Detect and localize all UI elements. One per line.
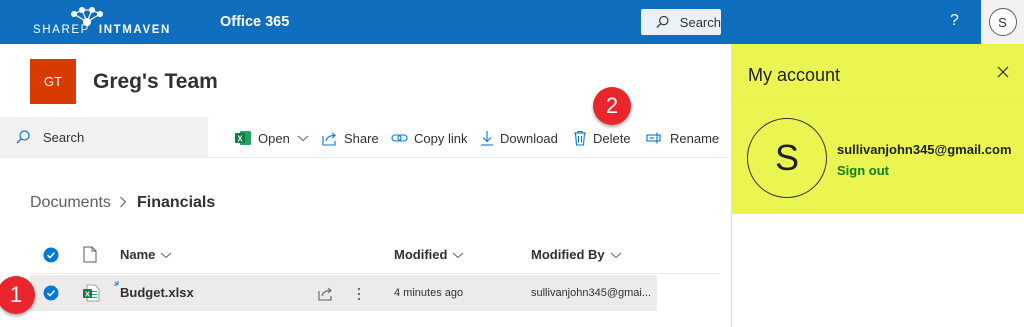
breadcrumb-documents[interactable]: Documents (30, 194, 111, 212)
app-launcher-title[interactable]: Office 365 (220, 14, 289, 30)
copy-link-label: Copy link (414, 130, 468, 146)
library-search-label: Search (43, 129, 85, 145)
account-avatar[interactable]: S (747, 118, 827, 198)
download-button[interactable]: Download (480, 128, 558, 148)
column-header-modified-by-label: Modified By (531, 247, 605, 262)
chevron-down-icon (453, 252, 464, 258)
column-header-modified-by[interactable]: Modified By (531, 247, 622, 262)
excel-icon: X (235, 131, 251, 145)
row-select-checkbox[interactable] (43, 285, 59, 301)
download-icon (481, 131, 493, 146)
share-icon (322, 132, 336, 146)
file-type-header-icon[interactable] (83, 246, 97, 263)
svg-text:X: X (237, 135, 243, 144)
share-label: Share (344, 130, 379, 146)
site-title[interactable]: Greg's Team (93, 70, 218, 94)
open-label: Open (258, 130, 290, 146)
list-header-divider (30, 273, 720, 274)
select-all-checkbox[interactable] (43, 247, 59, 263)
download-label: Download (500, 130, 558, 146)
share-button[interactable]: Share (322, 128, 379, 148)
account-email: sullivanjohn345@gmail.com (837, 142, 1012, 157)
column-header-modified-label: Modified (394, 247, 448, 262)
rename-button[interactable]: Rename (646, 128, 719, 148)
command-bar-divider (0, 157, 730, 158)
excel-file-icon: X (83, 284, 100, 302)
chevron-down-icon (610, 252, 622, 258)
account-panel-title: My account (748, 65, 841, 85)
account-panel-divider (732, 103, 1024, 104)
delete-label: Delete (593, 130, 631, 146)
chevron-right-icon (120, 196, 127, 208)
sharepoint-window: SHAREP INTMAVEN Office 365 Search ? S GT … (0, 0, 1024, 327)
close-icon[interactable] (995, 64, 1011, 80)
svg-text:X: X (85, 290, 90, 299)
open-button[interactable]: X Open (235, 128, 315, 148)
search-icon (656, 15, 669, 28)
rename-label: Rename (670, 130, 720, 146)
breadcrumb-current: Financials (137, 194, 216, 211)
modified-cell: 4 minutes ago (394, 287, 464, 299)
more-actions-icon[interactable] (356, 286, 362, 302)
delete-button[interactable]: Delete (573, 128, 631, 148)
share-icon[interactable] (318, 286, 334, 301)
file-name-link[interactable]: Budget.xlsx (120, 285, 194, 300)
chevron-down-icon (297, 135, 309, 142)
step-callout-2: 2 (593, 87, 631, 125)
help-button[interactable]: ? (950, 12, 959, 30)
rename-icon (646, 132, 661, 144)
avatar: S (988, 8, 1017, 36)
library-search-box[interactable]: Search (0, 117, 208, 157)
column-header-name-label: Name (120, 247, 156, 262)
sign-out-link[interactable]: Sign out (837, 163, 889, 178)
copy-link-button[interactable]: Copy link (391, 128, 467, 148)
chevron-down-icon (161, 252, 172, 258)
column-header-modified[interactable]: Modified (394, 247, 464, 262)
link-icon (391, 134, 408, 142)
site-logo[interactable]: GT (30, 59, 76, 104)
global-search-label: Search (679, 14, 721, 30)
global-search-box[interactable]: Search (641, 9, 721, 35)
trash-icon (574, 130, 586, 146)
account-button[interactable]: S (981, 0, 1024, 44)
sharepointmaven-logo[interactable]: SHAREP INTMAVEN (30, 6, 170, 40)
logo-wordmark: SHAREP INTMAVEN (33, 24, 171, 36)
column-header-name[interactable]: Name (120, 247, 172, 262)
search-icon (16, 130, 30, 144)
modified-by-cell[interactable]: sullivanjohn345@gmai... (531, 287, 651, 299)
